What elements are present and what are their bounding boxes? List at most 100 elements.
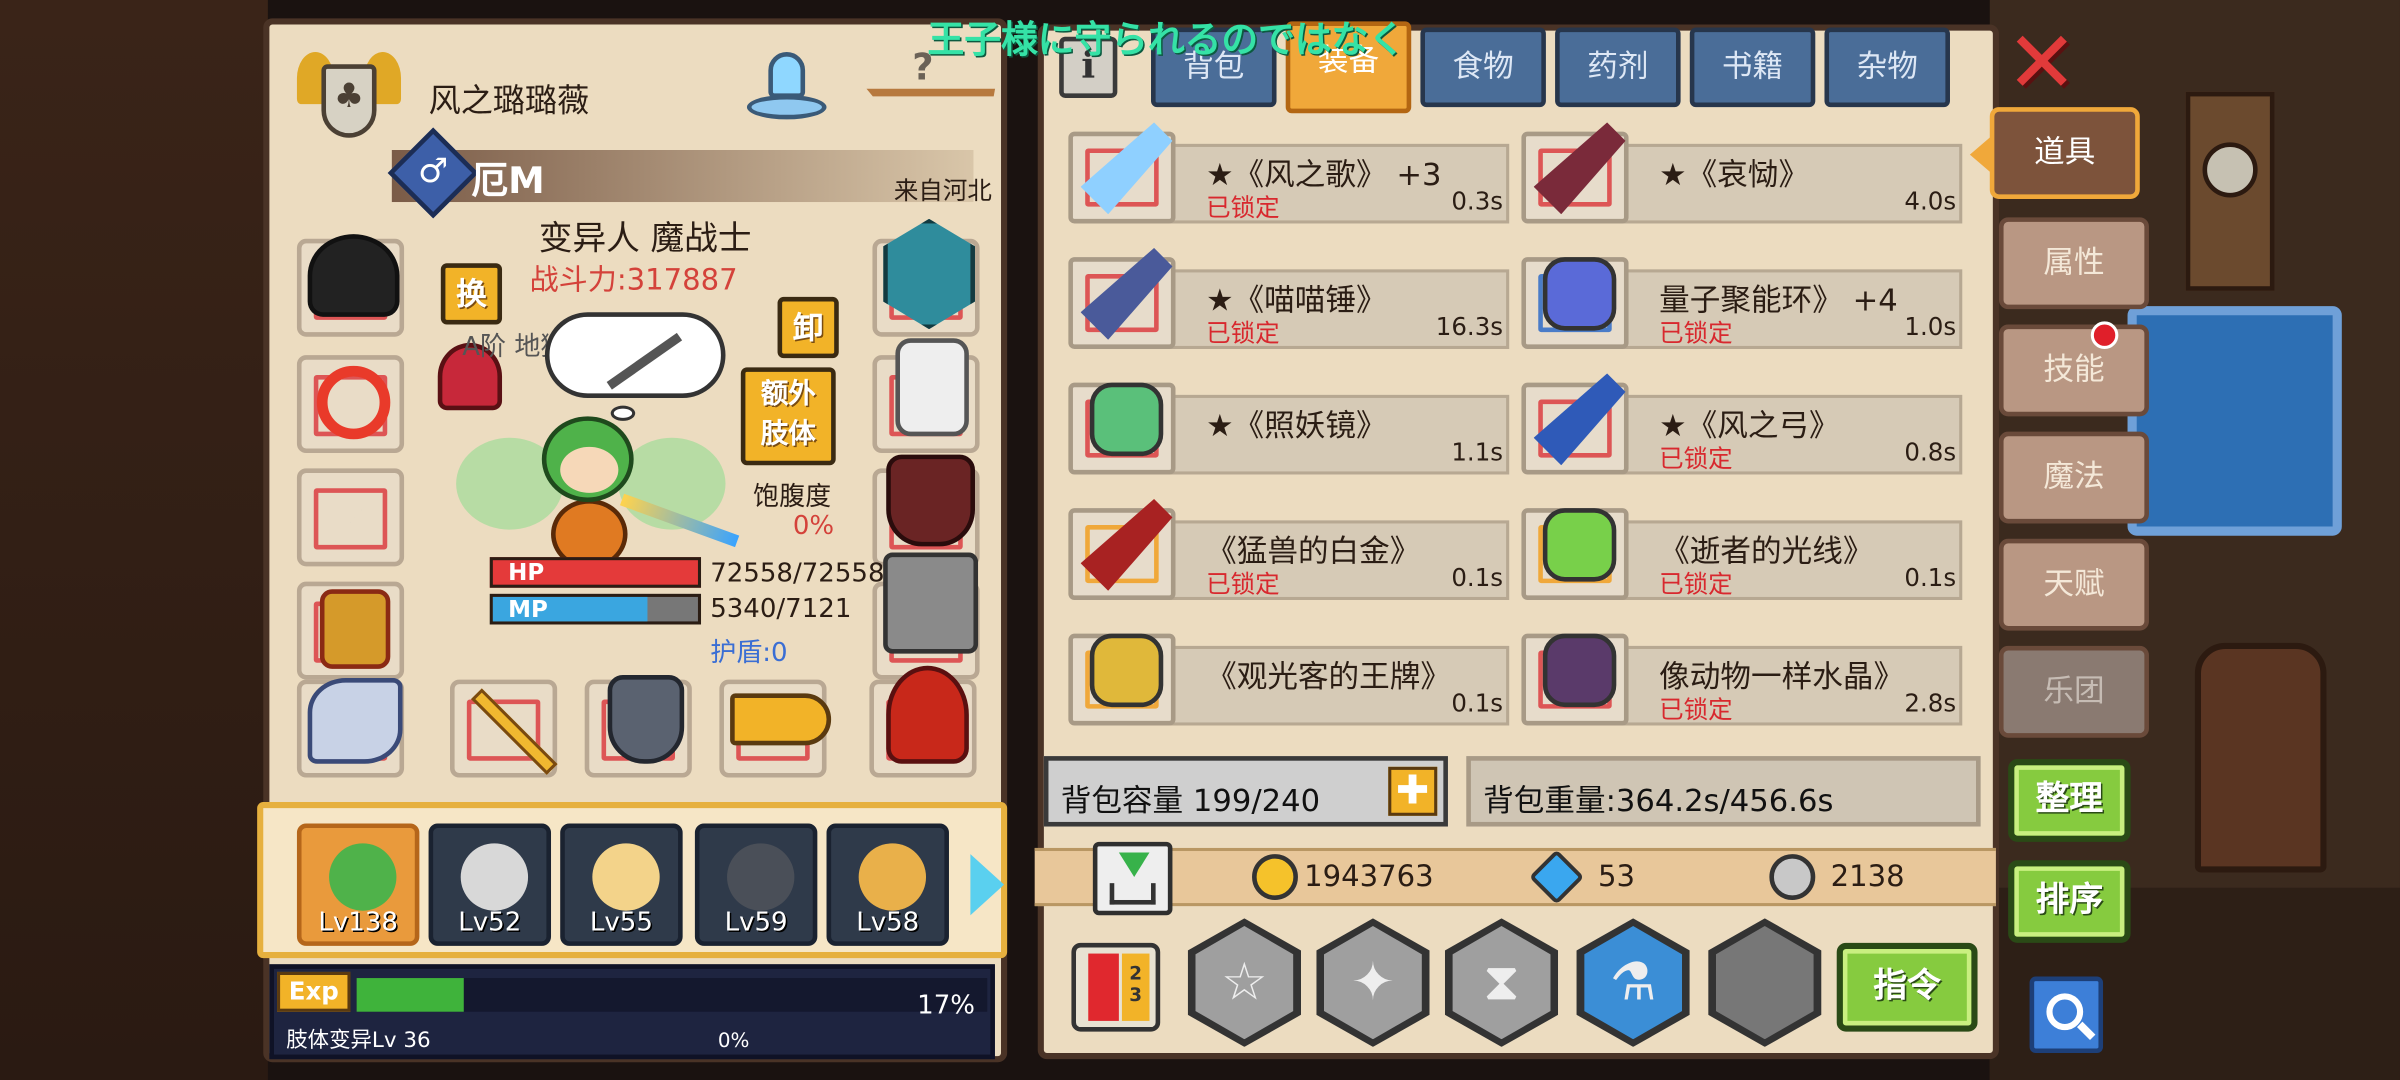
potion-icon[interactable]: ⚗ (1576, 918, 1690, 1047)
equipment-item[interactable]: ★《风之弓》 已锁定 0.8s (1521, 373, 1965, 475)
throne-chair (2194, 642, 2327, 873)
search-icon[interactable] (2029, 976, 2104, 1054)
gold-amount: 1943763 (1304, 860, 1434, 894)
silver-coin-icon (1769, 854, 1816, 900)
ruby-necklace-icon (316, 365, 391, 440)
team-member-1[interactable]: Lv138 (296, 823, 420, 946)
hourglass-icon[interactable]: ⧗ (1444, 918, 1559, 1047)
team-bar: Lv138 Lv52 Lv55 Lv59 Lv58 (257, 802, 1008, 959)
star-glyph: ☆ (1221, 952, 1268, 1014)
portal-orb (768, 52, 806, 98)
member-level: Lv55 (589, 907, 653, 939)
member-portrait (460, 843, 529, 911)
empty-skill-slot[interactable] (1708, 918, 1822, 1047)
close-icon[interactable]: ✕ (2005, 21, 2078, 107)
equipment-item[interactable]: 像动物一样水晶》 已锁定 2.8s (1521, 624, 1965, 726)
extra-limb-button[interactable]: 额外 肢体 (740, 367, 836, 466)
tab-books[interactable]: 书籍 (1689, 27, 1816, 108)
limb-mutation-level: 肢体变异Lv 36 (286, 1028, 431, 1054)
experience-panel: Exp 17% 肢体变异Lv 36 0% (269, 964, 995, 1060)
wing-slot[interactable] (296, 468, 405, 567)
command-button[interactable]: 指令 (1836, 942, 1978, 1032)
team-member-2[interactable]: Lv52 (428, 823, 552, 946)
guild-emblem-icon[interactable]: ♣ (296, 37, 402, 156)
unequip-button[interactable]: 卸 (777, 296, 839, 359)
shield-slot[interactable] (584, 674, 692, 778)
sort-button[interactable]: 排序 (2008, 860, 2131, 943)
shuriken-icon[interactable]: ✦ (1316, 918, 1430, 1047)
grandfather-clock (2185, 91, 2275, 291)
item-weight: 4.0s (1904, 186, 1957, 216)
male-gender-icon: ♂ (387, 127, 479, 219)
equipment-item[interactable]: 《逝者的光线》 已锁定 0.1s (1521, 499, 1965, 600)
organize-button[interactable]: 整理 (2008, 759, 2131, 842)
extra-limb-label: 额外 肢体 (760, 378, 816, 450)
shuriken-glyph: ✦ (1351, 952, 1395, 1014)
character-name: 厄M (471, 159, 545, 203)
member-portrait (592, 843, 660, 911)
hourglass-glyph: ⧗ (1483, 952, 1520, 1014)
beast-slot[interactable] (296, 678, 405, 778)
hero-face (560, 446, 619, 493)
gun-slot[interactable] (719, 679, 832, 778)
silver-amount: 2138 (1830, 860, 1905, 894)
teal-crest-icon (883, 218, 975, 330)
side-tab-talents[interactable]: 天赋 (1998, 538, 2149, 631)
swap-button[interactable]: 换 (440, 263, 503, 325)
hat-slot[interactable] (296, 234, 405, 337)
weight-text: 背包重量:364.2s/456.6s (1483, 782, 1834, 819)
equipment-item[interactable]: ★《风之歌》 +3 已锁定 0.3s (1068, 122, 1512, 224)
team-member-4[interactable]: Lv59 (694, 823, 818, 946)
expand-capacity-button[interactable]: ✚ (1388, 766, 1438, 816)
equipment-item[interactable]: 《观光客的王牌》 0.1s (1068, 624, 1512, 726)
thought-bubble (544, 312, 726, 421)
item-lock-status: 已锁定 (1206, 569, 1280, 599)
equipment-item[interactable]: ★《喵喵锤》 已锁定 16.3s (1068, 247, 1512, 349)
item-name: ★《照妖镜》 (1206, 407, 1387, 444)
portal-icon[interactable] (741, 43, 833, 132)
side-tab-band[interactable]: 乐团 (1998, 645, 2149, 738)
tab-potions[interactable]: 药剂 (1555, 27, 1681, 108)
item-lock-status: 已锁定 (1206, 318, 1280, 348)
demon-slot[interactable] (869, 665, 977, 778)
white-gauntlet-icon (895, 338, 969, 437)
member-portrait (329, 843, 397, 911)
mech-boots-icon (883, 552, 979, 654)
side-tab-attributes[interactable]: 属性 (1998, 217, 2149, 310)
number-order-icon[interactable]: 2 3 (1071, 942, 1161, 1032)
tab-misc[interactable]: 杂物 (1824, 27, 1950, 108)
equipment-item[interactable]: 量子聚能环》 +4 已锁定 1.0s (1521, 248, 1965, 349)
belt-slot[interactable] (296, 581, 405, 680)
download-arrow (1118, 852, 1150, 878)
member-level: Lv52 (458, 907, 522, 939)
equipment-item[interactable]: ★《照妖镜》 1.1s (1068, 373, 1512, 475)
item-weight: 1.1s (1451, 437, 1504, 467)
item-icon (1542, 633, 1617, 708)
shield-value: 护盾:0 (710, 638, 788, 669)
game-screen: ♣ 风之璐璐薇 ? ♂ 厄M 来自河北 变异人 魔战士 战斗力:317887 换… (0, 0, 2400, 1080)
crest-slot[interactable] (872, 218, 980, 337)
glove-slot[interactable] (872, 338, 980, 454)
tab-food[interactable]: 食物 (1420, 27, 1546, 108)
star-icon[interactable]: ☆ (1187, 918, 1302, 1047)
item-icon (1089, 382, 1164, 457)
side-tab-magic[interactable]: 魔法 (1998, 431, 2149, 524)
team-member-5[interactable]: Lv58 (826, 823, 949, 946)
member-level: Lv58 (856, 907, 920, 939)
side-tab-skills[interactable]: 技能 (1998, 324, 2149, 417)
equipment-item[interactable]: ★《哀恸》 4.0s (1521, 122, 1965, 224)
dark-armor-icon (886, 454, 975, 547)
download-icon[interactable] (1092, 841, 1173, 916)
team-member-3[interactable]: Lv55 (560, 823, 683, 946)
necklace-slot[interactable] (296, 355, 405, 454)
item-icon (1089, 633, 1164, 708)
chevron-right-icon[interactable] (970, 854, 1005, 916)
side-tab-items[interactable]: 道具 (1969, 107, 2140, 199)
limb-mutation-percent: 0% (717, 1030, 750, 1054)
item-icon (1542, 508, 1617, 582)
member-level: Lv138 (318, 907, 398, 939)
equipment-item[interactable]: 《猛兽的白金》 已锁定 0.1s (1068, 498, 1512, 600)
weight-box: 背包重量:364.2s/456.6s (1466, 756, 1981, 827)
exp-tag: Exp (277, 971, 351, 1012)
staff-slot[interactable] (449, 679, 558, 778)
